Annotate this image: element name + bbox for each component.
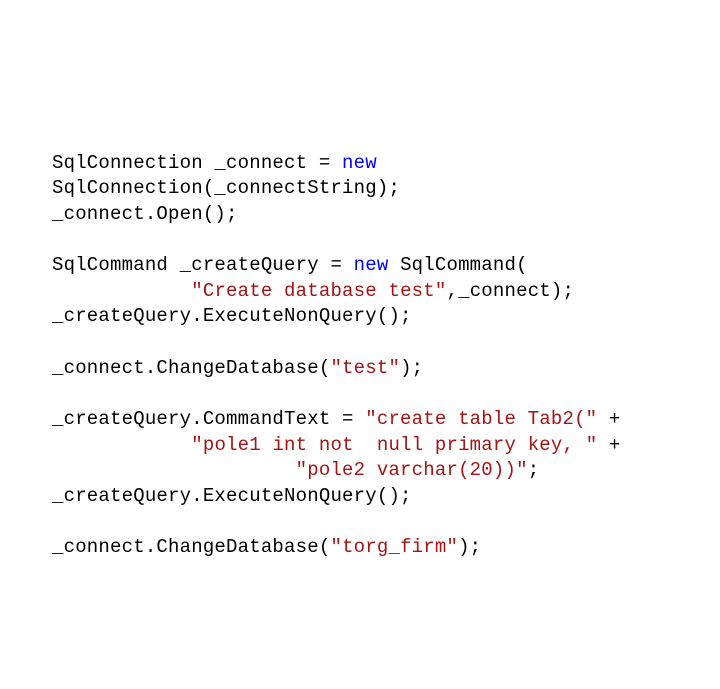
code-text: ; (528, 459, 540, 481)
string-literal: "create table Tab2(" (365, 408, 597, 430)
string-literal: "Create database test" (191, 280, 446, 302)
code-text: SqlConnection(_connectString); (52, 177, 400, 199)
code-text: _createQuery.CommandText = (52, 408, 365, 430)
code-text: ); (458, 536, 481, 558)
code-text: _connect.Open(); (52, 203, 238, 225)
code-text: SqlCommand _createQuery = (52, 254, 354, 276)
code-text: SqlConnection _connect = (52, 152, 342, 174)
code-text: _createQuery.ExecuteNonQuery(); (52, 485, 412, 507)
code-text: _connect.ChangeDatabase( (52, 536, 330, 558)
keyword: new (342, 152, 377, 174)
code-text: ,_connect); (446, 280, 574, 302)
string-literal: "pole1 int not null primary key, " (191, 434, 597, 456)
string-literal: "pole2 varchar(20))" (296, 459, 528, 481)
string-literal: "test" (330, 357, 400, 379)
code-text: + (597, 434, 620, 456)
code-text: _connect.ChangeDatabase( (52, 357, 330, 379)
keyword: new (354, 254, 389, 276)
code-text: SqlCommand( (388, 254, 527, 276)
indent (52, 280, 191, 302)
indent (52, 434, 191, 456)
code-text: ); (400, 357, 423, 379)
string-literal: "torg_firm" (330, 536, 458, 558)
code-text: + (597, 408, 620, 430)
code-text: _createQuery.ExecuteNonQuery(); (52, 305, 412, 327)
code-snippet: SqlConnection _connect = new SqlConnecti… (52, 151, 720, 561)
indent (52, 459, 296, 481)
